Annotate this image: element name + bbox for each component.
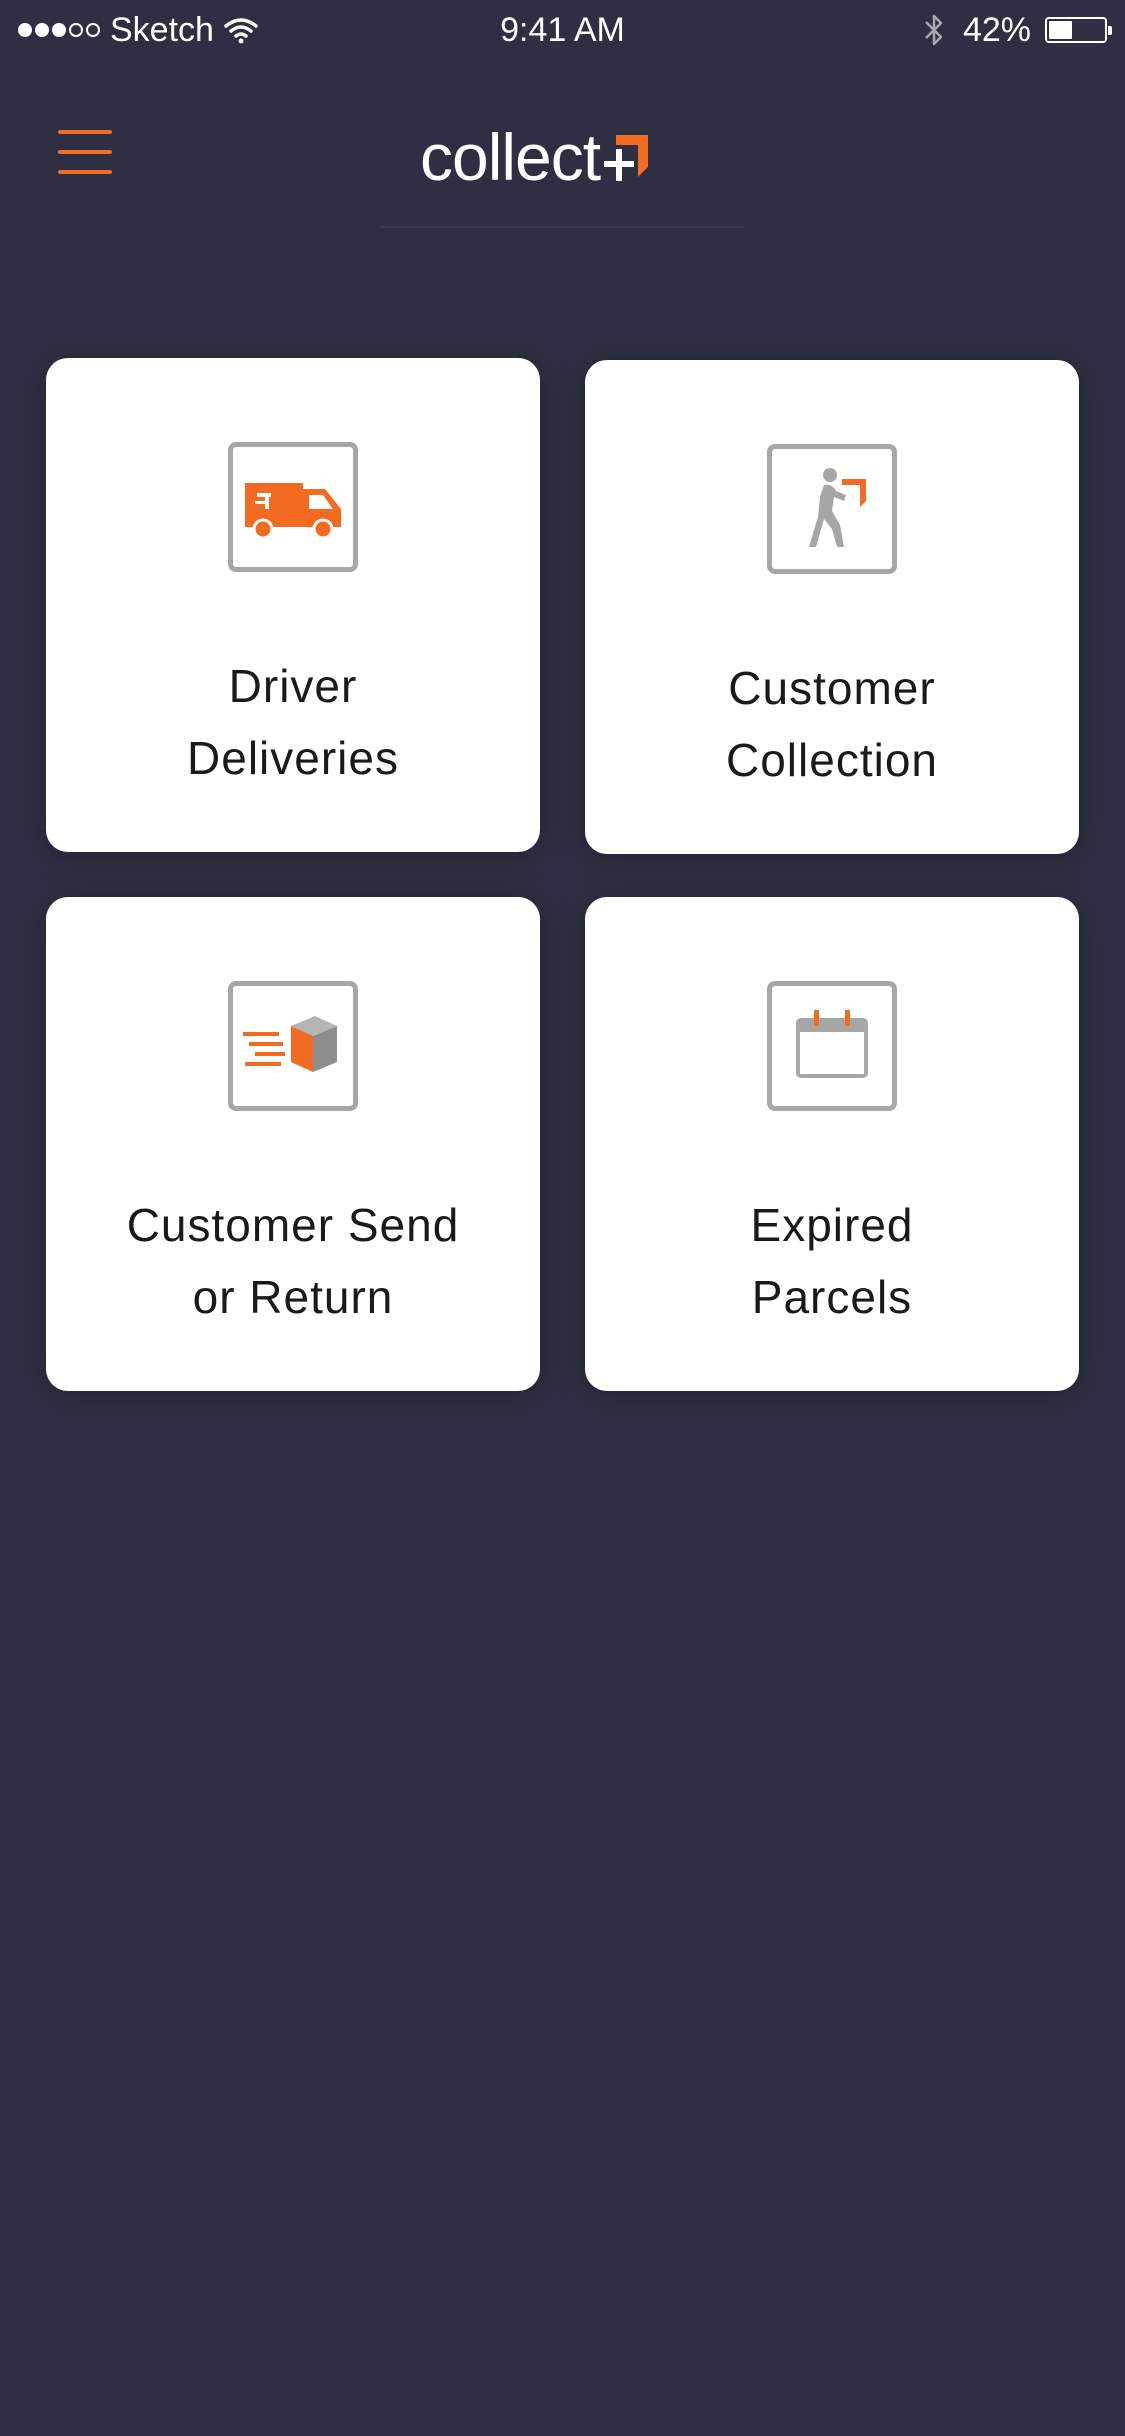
tile-label-line: or Return bbox=[192, 1271, 394, 1323]
battery-percent: 42% bbox=[962, 10, 1031, 49]
collect-plus-logo: collect bbox=[420, 122, 650, 192]
menu-line bbox=[58, 130, 112, 134]
battery-icon bbox=[1045, 17, 1112, 43]
menu-line bbox=[58, 170, 112, 174]
calendar-icon bbox=[767, 981, 897, 1111]
tile-label-line: Collection bbox=[726, 734, 938, 786]
tile-label: Customer Send or Return bbox=[46, 1189, 540, 1333]
app-header: collect bbox=[0, 62, 1125, 232]
delivery-van-icon bbox=[228, 442, 358, 572]
tile-label-line: Expired bbox=[750, 1199, 914, 1251]
header-divider bbox=[380, 226, 745, 228]
person-carrying-parcel-icon bbox=[767, 444, 897, 574]
tile-label: Customer Collection bbox=[585, 652, 1079, 796]
hamburger-menu-icon[interactable] bbox=[56, 126, 116, 178]
tile-customer-collection[interactable]: Customer Collection bbox=[585, 360, 1079, 854]
battery-nub bbox=[1108, 26, 1112, 35]
tile-expired-parcels[interactable]: Expired Parcels bbox=[585, 897, 1079, 1391]
tile-label: Expired Parcels bbox=[585, 1189, 1079, 1333]
menu-line bbox=[58, 150, 112, 154]
tile-label-line: Deliveries bbox=[187, 732, 399, 784]
logo-text: collect bbox=[420, 120, 601, 194]
status-right: 42% bbox=[923, 10, 1112, 50]
logo-plus-mark-icon bbox=[604, 135, 649, 181]
tile-label-line: Customer bbox=[728, 662, 936, 714]
tile-label: Driver Deliveries bbox=[46, 650, 540, 794]
status-bar: Sketch 9:41 AM 42% bbox=[0, 0, 1125, 62]
battery-fill bbox=[1049, 21, 1072, 39]
tile-driver-deliveries[interactable]: Driver Deliveries bbox=[46, 358, 540, 852]
speeding-parcel-icon bbox=[228, 981, 358, 1111]
tile-label-line: Customer Send bbox=[126, 1199, 460, 1251]
tile-label-line: Parcels bbox=[751, 1271, 913, 1323]
tile-customer-send-or-return[interactable]: Customer Send or Return bbox=[46, 897, 540, 1391]
tile-label-line: Driver bbox=[228, 660, 358, 712]
bluetooth-icon bbox=[925, 14, 943, 46]
